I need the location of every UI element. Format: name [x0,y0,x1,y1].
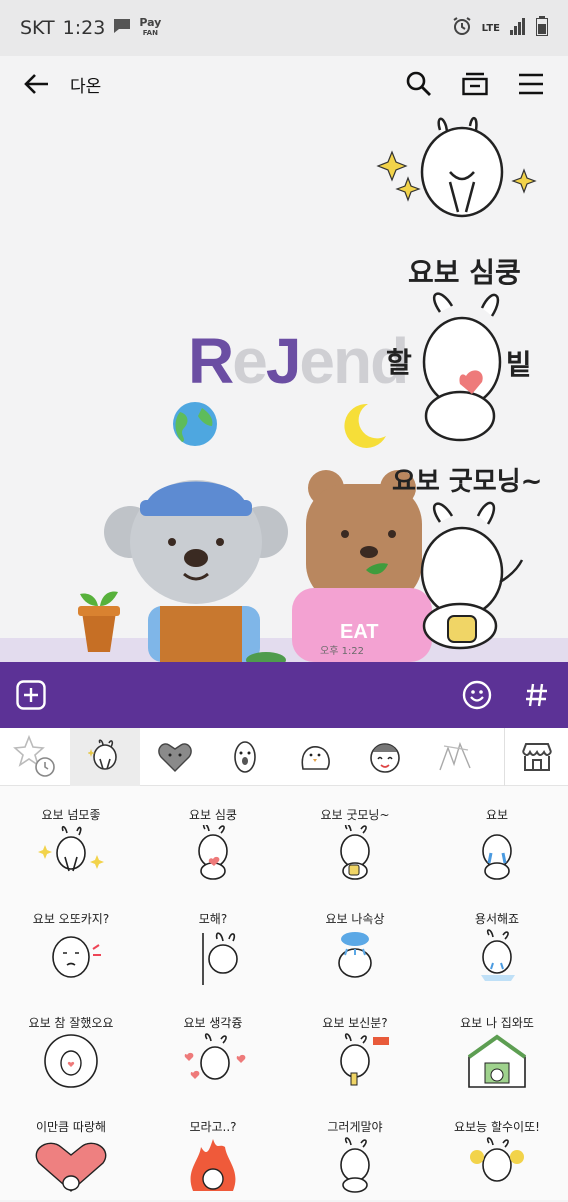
drawer-icon[interactable] [460,69,490,99]
menu-icon[interactable] [516,69,546,99]
bunny-cloud-sticker [338,932,372,978]
sticker-item[interactable]: 모해? [142,890,284,994]
sticker-tabs [0,727,568,786]
sticker-caption: 모라고..? [189,1120,237,1134]
sticker-item[interactable]: 요보 넘모좋 [0,786,142,890]
sticker-grid: 요보 넘모좋 요보 심쿵 요보 굿모닝~ 요보 요보 오또카지? 모해? 요보 … [0,786,568,1200]
hashtag-icon[interactable] [522,680,552,710]
sticker-caption: 요보 나 집와또 [460,1016,534,1030]
sticker-item[interactable]: 요보 생각즁 [142,994,284,1098]
lte-label: LTE [481,22,500,34]
sticker-caption: 요보 나속상 [325,912,385,926]
heart-face-icon [158,742,192,772]
sticker-item[interactable]: 요보 나속상 [284,890,426,994]
sticker-caption: 모해? [198,912,228,926]
bunny-sticker [38,825,104,872]
tab-bunny[interactable] [70,727,140,786]
sticker-caption-2: 요보 굿모닝~ [392,467,542,497]
bunny-house-sticker [467,1034,527,1088]
sticker-caption: 요보 굿모닝~ [320,808,390,822]
battery-icon [536,15,548,41]
search-icon[interactable] [404,69,434,99]
pay-icon: Pay FAN [139,16,162,37]
clock: 1:23 [62,17,106,39]
smile-cat-icon [370,742,400,773]
add-attachment-icon[interactable] [16,680,46,710]
message-icon [113,17,131,39]
bunny-cup-sticker [340,825,370,880]
sticker-caption-1: 요보 심쿵 [408,256,521,289]
status-bar: SKT 1:23 Pay FAN LTE [0,0,568,56]
bunny-worry-sticker [52,936,101,978]
sticker-item[interactable]: 요보 심쿵 [142,786,284,890]
store-icon [521,742,552,771]
sticker-caption: 요보 [485,808,509,822]
sticker-caption: 용서해죠 [474,912,520,926]
emoticon-icon[interactable] [462,680,492,710]
sticker-caption: 이만큼 따랑해 [35,1120,107,1134]
tab-sketch[interactable] [420,728,490,786]
bunny-mic-sticker [340,1033,389,1086]
bunny-sorry-sticker [481,929,515,981]
sticker-item[interactable]: 요보 참 잘했오요 [0,994,142,1098]
sticker-caption: 요보 심쿵 [189,808,237,822]
signal-icon [510,17,526,40]
recent-icon [13,734,55,777]
tab-bird[interactable] [280,728,350,786]
sticker-side-right: 빝 [506,348,532,381]
sticker-side-left: 할 [386,346,412,379]
sticker-caption: 요보 보신분? [322,1016,388,1030]
bunny-cry-sticker [482,834,512,880]
bunny-badge-sticker [44,1034,98,1088]
input-bar [0,662,568,728]
sticker-item[interactable]: 요보 나 집와또 [426,994,568,1098]
bunny-cheer-sticker [470,1137,524,1182]
tab-recent[interactable] [0,728,70,786]
back-arrow-icon[interactable] [22,69,52,99]
tab-sticker-store[interactable] [504,727,568,786]
chat-area: ReJend EAT 요보 심쿵 할 빝 요보 굿모닝~ 오후 1:22 [0,112,568,662]
ghost-icon [234,740,256,773]
sketch-icon [439,741,471,770]
sticker-item[interactable]: 요보 보신분? [284,994,426,1098]
sticker-caption: 요보 생각즁 [183,1016,243,1030]
sticker-caption: 요보 참 잘했오요 [28,1016,114,1030]
tab-ghost[interactable] [210,728,280,786]
bunny-heart-sticker [198,825,228,880]
sticker-item[interactable]: 요보 [426,786,568,890]
sticker-item[interactable]: 요보 굿모닝~ [284,786,426,890]
chat-background-art: EAT 요보 심쿵 할 빝 요보 굿모닝~ [78,117,542,662]
sticker-caption: 요보 넘모좋 [41,808,101,822]
message-timestamp: 오후 1:22 [320,646,365,657]
bunny-fire-sticker [190,1139,236,1191]
sticker-caption: 요보 오또카지? [32,912,110,926]
chat-header: 다온 [0,56,568,112]
alarm-icon [452,16,472,41]
sticker-caption: 요보능 할수이또! [454,1120,540,1134]
sticker-item[interactable]: 요보 오또카지? [0,890,142,994]
bunny-hearts-sticker [184,1033,246,1080]
bunny-peek-sticker [202,932,238,985]
chat-title: 다온 [70,76,102,97]
carrier: SKT [20,17,55,39]
tab-heart-face[interactable] [140,728,210,786]
bird-icon [301,745,330,770]
sticker-caption: 그러게말야 [327,1120,383,1134]
sticker-item[interactable]: 용서해죠 [426,890,568,994]
sticker-item[interactable]: 요보능 할수이또! [426,1098,568,1202]
bunny-agree-sticker [340,1137,370,1193]
sticker-item[interactable]: 그러게말야 [284,1098,426,1202]
tab-smile-cat[interactable] [350,728,420,786]
sticker-item[interactable]: 모라고..? [142,1098,284,1202]
sticker-item[interactable]: 이만큼 따랑해 [0,1098,142,1202]
bunny-icon [88,738,117,770]
eat-text: EAT [340,621,379,643]
bunny-big-heart-sticker [35,1142,107,1192]
